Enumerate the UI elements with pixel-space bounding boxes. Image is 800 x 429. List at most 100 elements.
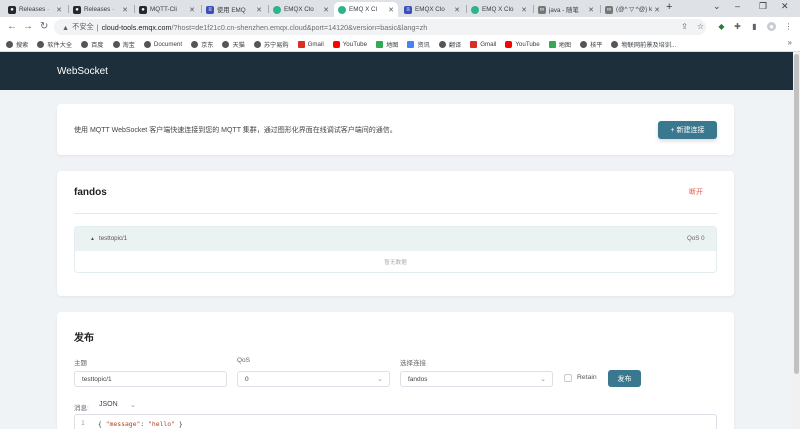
emqx-icon [338,5,346,14]
close-window-icon[interactable]: ✕ [781,1,789,12]
qos-label: QoS [237,357,251,364]
connection-card: fandos 断开 ▲ testtopic/1 QoS 0 暂无数据 [57,171,734,296]
browser-tab[interactable]: ≡ 使用 EMQ ✕ [202,2,266,17]
browser-tab[interactable]: ● Releases · ✕ [69,2,132,17]
extensions-puzzle-icon[interactable]: ✚ [733,22,742,31]
gmail-icon [297,40,305,48]
close-tab-icon[interactable]: ✕ [388,6,394,14]
warning-icon[interactable]: ▲ [62,23,69,32]
close-tab-icon[interactable]: ✕ [122,6,128,14]
close-tab-icon[interactable]: ✕ [256,6,262,14]
close-tab-icon[interactable]: ✕ [189,6,195,14]
close-tab-icon[interactable]: ✕ [56,6,62,14]
disconnect-button[interactable]: 断开 [689,187,703,197]
close-tab-icon[interactable]: ✕ [588,6,594,14]
message-editor[interactable]: 1 { "message": "hello" } [74,414,717,429]
bookmark-item[interactable]: 搜索 [6,40,28,49]
browser-tab[interactable]: ● Releases · ✕ [4,2,66,17]
connection-name: fandos [74,187,107,198]
close-tab-icon[interactable]: ✕ [454,6,460,14]
bookmark-star-icon[interactable]: ☆ [696,22,705,31]
reload-icon[interactable]: ↻ [40,21,48,32]
app-header: WebSocket [0,52,793,90]
doc-icon: ≡ [206,5,214,14]
message-code[interactable]: { "message": "hello" } [98,420,183,428]
globe-icon [191,40,199,48]
bookmark-item[interactable]: 物联网前景及培训... [611,40,676,49]
scrollbar-thumb[interactable] [794,54,799,374]
intro-card: 使用 MQTT WebSocket 客户端快速连接到您的 MQTT 集群，通过图… [57,104,734,155]
github-icon: ● [73,5,81,14]
bookmark-item[interactable]: 核平 [580,40,602,49]
browser-tab-active[interactable]: EMQ X Cl ✕ [334,2,398,17]
side-panel-icon[interactable]: ▮ [750,22,759,31]
retain-label[interactable]: Retain [577,374,597,381]
bookmark-item[interactable]: 百度 [81,40,104,49]
globe-icon [143,40,151,48]
news-icon [407,40,415,48]
caret-up-icon[interactable]: ▲ [90,236,95,242]
bookmarks-bar: 搜索 软件大全 百度 淘宝 Document 京东 天猫 苏宁易购 Gmail … [0,37,800,52]
chevron-down-icon: ⌄ [377,376,383,383]
page-scrollbar[interactable] [793,52,800,429]
globe-icon [37,40,45,48]
bookmark-item[interactable]: YouTube [505,40,540,48]
message-format-select[interactable]: JSON [99,401,118,408]
back-icon[interactable]: ← [7,21,17,32]
browser-toolbar: ← → ↻ ▲ 不安全 | cloud-tools.emqx.com /?hos… [0,17,800,37]
app-title: WebSocket [57,66,108,77]
bookmark-item[interactable]: 地图 [376,40,398,49]
minimize-icon[interactable]: – [735,1,740,11]
browser-tab[interactable]: EMQX Clo ✕ [269,2,333,17]
new-tab-icon[interactable]: + [666,1,672,13]
youtube-icon [332,40,340,48]
menu-kebab-icon[interactable]: ⋮ [784,22,793,31]
bookmark-item[interactable]: 京东 [191,40,213,49]
gmail-icon [470,40,478,48]
bookmark-item[interactable]: 资讯 [407,40,430,49]
message-label: 消息: [74,405,89,412]
browser-tab[interactable]: ∞ java - 随笔 ✕ [534,2,598,17]
new-connection-button[interactable]: + 新建连接 [658,121,717,139]
chevron-down-icon[interactable]: ⌄ [130,401,136,409]
share-icon[interactable]: ⇪ [680,22,689,31]
publish-button[interactable]: 发布 [608,370,641,387]
bookmark-item[interactable]: 淘宝 [112,40,135,49]
bookmarks-overflow-icon[interactable]: » [788,38,792,47]
globe-icon [580,40,588,48]
browser-tab[interactable]: ∞ (@^ ▽ ^@) ki ✕ [601,2,664,17]
close-tab-icon[interactable]: ✕ [521,6,527,14]
forward-icon[interactable]: → [23,21,33,32]
bookmark-item[interactable]: Document [143,40,182,48]
browser-tab[interactable]: EMQ X Clo ✕ [467,2,531,17]
bookmark-item[interactable]: 翻译 [438,40,461,49]
retain-checkbox[interactable] [564,374,572,382]
restore-icon[interactable]: ❐ [759,1,767,12]
subscription-header[interactable]: ▲ testtopic/1 QoS 0 [75,227,716,251]
close-tab-icon[interactable]: ✕ [654,6,660,14]
bookmark-item[interactable]: 天猫 [222,40,245,49]
address-bar[interactable]: ▲ 不安全 | cloud-tools.emqx.com /?host=de1f… [54,19,706,35]
browser-tab[interactable]: ● MQTT-Cli ✕ [135,2,199,17]
connection-select[interactable]: fandos ⌄ [400,371,553,387]
bookmark-item[interactable]: Gmail [297,40,324,48]
bookmark-item[interactable]: 软件大全 [37,40,72,49]
subscription-topic: testtopic/1 [99,235,128,242]
subscription-panel: ▲ testtopic/1 QoS 0 暂无数据 [74,226,717,273]
bookmark-item[interactable]: 苏宁易购 [253,40,289,49]
bookmark-item[interactable]: YouTube [332,40,367,48]
emqx-icon [273,5,281,14]
chevron-down-icon: ⌄ [540,376,546,383]
extension-icon[interactable]: ◆ [717,22,726,31]
close-tab-icon[interactable]: ✕ [323,6,329,14]
profile-avatar-icon[interactable]: ● [767,22,776,31]
qos-select[interactable]: 0 ⌄ [237,371,390,387]
topic-input[interactable]: testtopic/1 [74,371,227,387]
bookmark-item[interactable]: Gmail [470,40,496,48]
bookmark-item[interactable]: 地图 [548,40,571,49]
browser-tab[interactable]: ≡ EMQX Clo ✕ [400,2,464,17]
tab-search-icon[interactable]: ⌄ [713,1,721,12]
browser-tab-strip: ● Releases · ✕ ● Releases · ✕ ● MQTT-Cli… [0,0,800,17]
globe-icon [611,40,619,48]
youtube-icon [505,40,513,48]
